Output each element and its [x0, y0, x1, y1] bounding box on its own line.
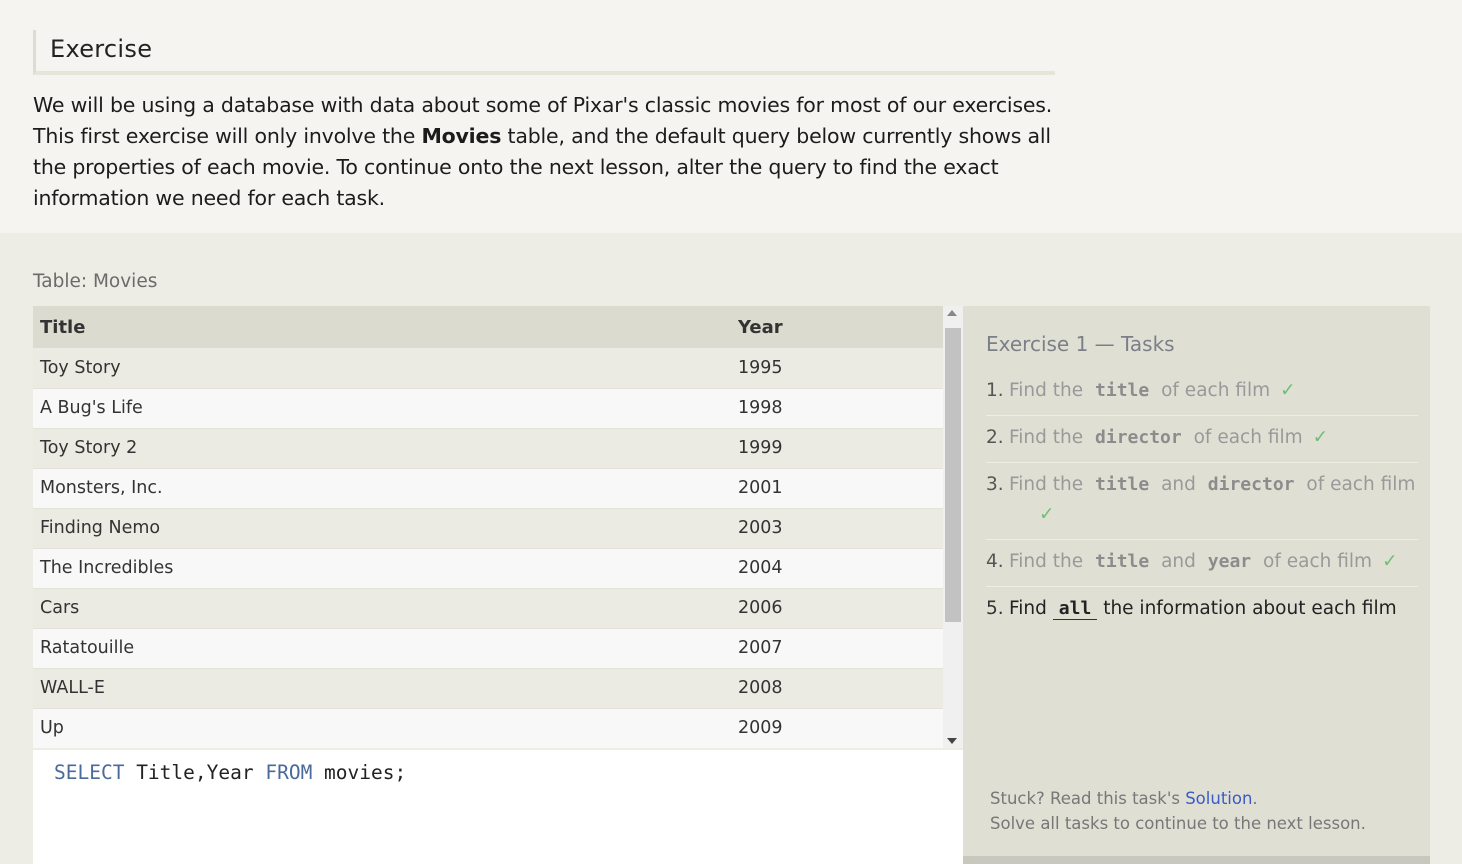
exercise-heading: Exercise	[33, 30, 1055, 75]
task-text-pre: Find the	[1009, 380, 1090, 401]
table-scrollbar[interactable]	[943, 306, 963, 748]
table-row: Toy Story 2 1999	[33, 428, 943, 469]
results-table-container[interactable]: Title Year Toy Story 1995 A Bug's Life 199…	[33, 306, 943, 748]
task-item: 2. Find the director of each film ✓	[986, 416, 1418, 463]
sql-table-name: movies;	[312, 761, 407, 784]
cell-title: A Bug's Life	[33, 388, 731, 429]
table-row: The Incredibles 2004	[33, 548, 943, 589]
help-text: Stuck? Read this task's Solution. Solve …	[990, 786, 1366, 836]
scroll-up-arrow-icon[interactable]	[947, 310, 957, 316]
task-text: Find the title of each film ✓	[1009, 376, 1418, 406]
checkmark-icon: ✓	[1312, 427, 1329, 448]
sql-columns: Title,Year	[124, 761, 266, 784]
table-row: Cars 2006	[33, 588, 943, 629]
table-header-row: Title Year	[33, 306, 943, 348]
exercise-description: We will be using a database with data ab…	[33, 90, 1063, 214]
task-code-director: director	[1207, 474, 1295, 495]
cell-year: 2007	[731, 628, 943, 669]
task-number: 5.	[986, 598, 1004, 619]
scroll-down-arrow-icon[interactable]	[947, 738, 957, 744]
exercise-workspace: Table: Movies Title Year Toy Story 1995 A…	[0, 233, 1462, 864]
column-header-year: Year	[731, 306, 943, 348]
cell-year: 1995	[731, 348, 943, 389]
task-text-pre: Find the	[1009, 474, 1090, 495]
cell-title: Cars	[33, 588, 731, 629]
scroll-thumb[interactable]	[945, 328, 961, 622]
table-row: A Bug's Life 1998	[33, 388, 943, 429]
cell-title: Toy Story	[33, 348, 731, 389]
cell-year: 2003	[731, 508, 943, 549]
cell-year: 1999	[731, 428, 943, 469]
exercise-text-bold: Movies	[421, 124, 502, 148]
table-caption: Table: Movies	[33, 271, 158, 292]
task-text: Find the title and director of each film…	[1009, 470, 1418, 530]
help-prefix: Stuck? Read this task's	[990, 789, 1186, 808]
task-code-title: title	[1095, 474, 1150, 495]
cell-title: Up	[33, 708, 731, 748]
results-table: Title Year Toy Story 1995 A Bug's Life 199…	[33, 306, 943, 748]
task-code-all: all	[1052, 598, 1098, 620]
sql-keyword-select: SELECT	[54, 761, 125, 784]
sql-query-editor[interactable]: SELECT Title,Year FROM movies;	[33, 750, 963, 864]
task-text-mid: and	[1155, 551, 1202, 572]
cell-title: The Incredibles	[33, 548, 731, 589]
task-number: 3.	[986, 474, 1004, 495]
task-list: 1. Find the title of each film ✓ 2. Find …	[986, 369, 1418, 633]
table-row: Up 2009	[33, 708, 943, 748]
solution-link[interactable]: Solution	[1185, 789, 1252, 808]
cell-title: Monsters, Inc.	[33, 468, 731, 509]
task-text: Find the title and year of each film ✓	[1009, 547, 1418, 577]
task-text-post: of each film	[1187, 427, 1303, 448]
task-number: 1.	[986, 380, 1004, 401]
cell-title: WALL-E	[33, 668, 731, 709]
cell-title: Finding Nemo	[33, 508, 731, 549]
cell-title: Ratatouille	[33, 628, 731, 669]
task-text: Find the director of each film ✓	[1009, 423, 1418, 453]
task-text-pre: Find the	[1009, 551, 1090, 572]
tasks-panel: Exercise 1 — Tasks 1. Find the title of …	[963, 306, 1430, 864]
task-number: 4.	[986, 551, 1004, 572]
table-row: WALL-E 2008	[33, 668, 943, 709]
task-code-title: title	[1095, 380, 1150, 401]
task-text-pre: Find the	[1009, 427, 1090, 448]
table-row: Toy Story 1995	[33, 348, 943, 389]
cell-year: 2009	[731, 708, 943, 748]
cell-year: 2004	[731, 548, 943, 589]
task-text-post: of each film	[1257, 551, 1373, 572]
task-text-post: of each film	[1300, 474, 1416, 495]
cell-year: 2008	[731, 668, 943, 709]
help-line2: Solve all tasks to continue to the next …	[990, 814, 1366, 833]
tasks-title: Exercise 1 — Tasks	[986, 332, 1175, 356]
task-code-director: director	[1095, 427, 1182, 448]
task-text-mid: and	[1155, 474, 1202, 495]
cell-year: 2006	[731, 588, 943, 629]
table-row: Monsters, Inc. 2001	[33, 468, 943, 509]
checkmark-icon: ✓	[1039, 504, 1055, 525]
sql-keyword-from: FROM	[265, 761, 313, 784]
task-text-post: the information about each film	[1097, 598, 1397, 619]
checkmark-icon: ✓	[1382, 551, 1398, 572]
checkmark-icon: ✓	[1280, 380, 1296, 401]
task-item: 3. Find the title and director of each f…	[986, 463, 1418, 540]
task-text-post: of each film	[1155, 380, 1271, 401]
task-text: Find all the information about each film	[1009, 594, 1418, 624]
column-header-title: Title	[33, 306, 731, 348]
table-row: Finding Nemo 2003	[33, 508, 943, 549]
task-item-active: 5. Find all the information about each f…	[986, 587, 1418, 633]
task-number: 2.	[986, 427, 1004, 448]
task-code-title: title	[1095, 551, 1150, 572]
cell-year: 1998	[731, 388, 943, 429]
tasks-footer-bar	[963, 856, 1430, 864]
help-suffix: .	[1252, 789, 1258, 808]
task-item: 1. Find the title of each film ✓	[986, 369, 1418, 416]
cell-year: 2001	[731, 468, 943, 509]
task-text-pre: Find	[1009, 598, 1053, 619]
task-item: 4. Find the title and year of each film ✓	[986, 540, 1418, 587]
cell-title: Toy Story 2	[33, 428, 731, 469]
task-code-year: year	[1207, 551, 1252, 572]
table-row: Ratatouille 2007	[33, 628, 943, 669]
exercise-section: Exercise We will be using a database wit…	[0, 0, 1462, 233]
